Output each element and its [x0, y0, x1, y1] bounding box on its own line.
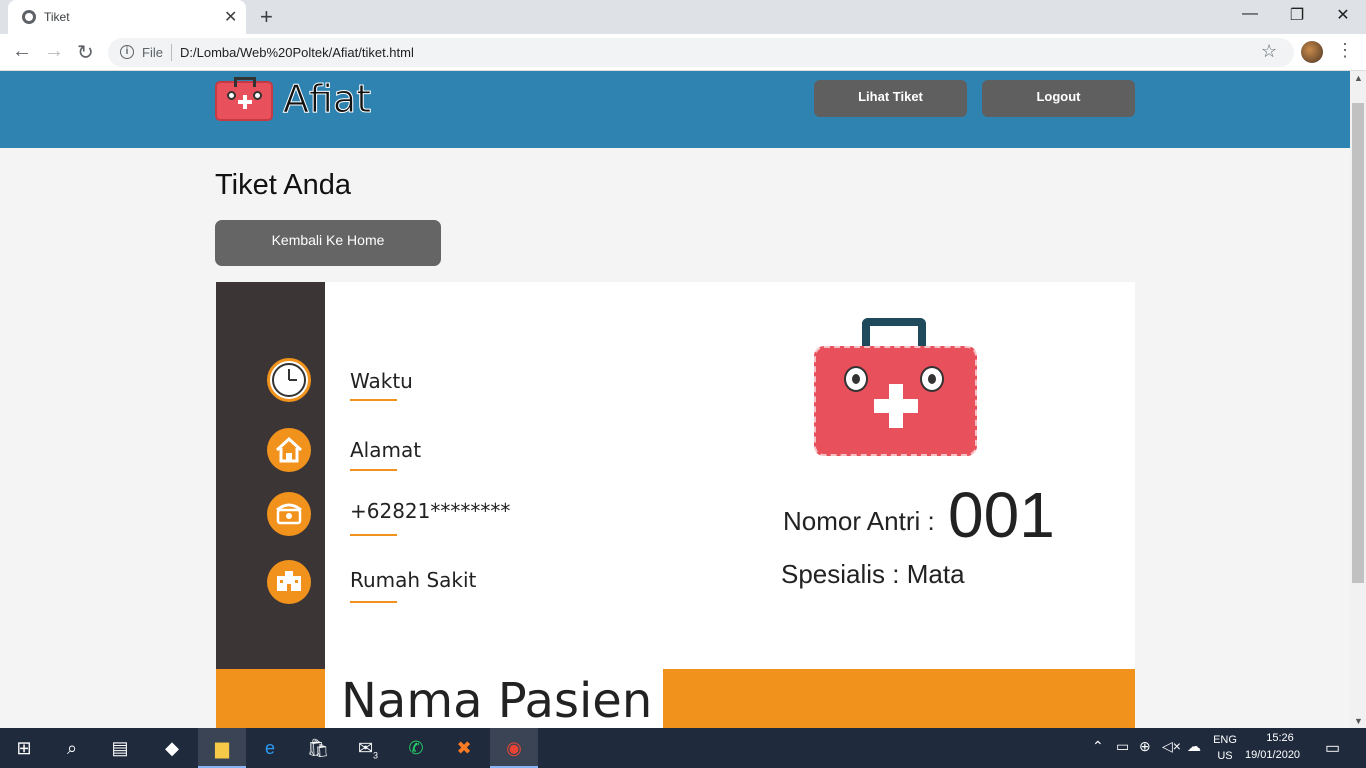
specialist-text: Spesialis : Mata	[781, 559, 965, 589]
queue-label: Nomor Antri :	[783, 506, 935, 536]
close-tab-icon[interactable]: ✕	[224, 7, 237, 27]
mail-icon[interactable]: ✉3	[344, 728, 392, 768]
clock-date[interactable]: 19/01/2020	[1245, 749, 1300, 761]
page-viewport: Afiat Lihat Tiket Logout Tiket Anda Kemb…	[0, 71, 1350, 728]
file-label: File	[142, 45, 163, 60]
home-button[interactable]: Kembali Ke Home	[215, 220, 441, 266]
scroll-up-icon[interactable]: ▲	[1354, 73, 1363, 83]
back-icon[interactable]: ←	[12, 40, 32, 63]
logo-kit-icon	[215, 77, 273, 121]
notification-icon[interactable]: ▭	[1325, 738, 1340, 758]
browser-toolbar: ← → ↻ i File D:/Lomba/Web%20Poltek/Afiat…	[0, 34, 1366, 71]
queue-number: 001	[948, 479, 1055, 551]
info-underline	[350, 534, 397, 536]
whatsapp-icon[interactable]: ✆	[392, 728, 440, 768]
ticket-footer-left	[216, 669, 325, 728]
onedrive-icon[interactable]: ☁	[1187, 738, 1201, 755]
browser-tab[interactable]: Tiket ✕	[8, 0, 246, 34]
browser-tab-bar: Tiket ✕ + — ❐ ✕	[0, 0, 1366, 34]
ticket-card: Waktu Alamat +62821******** Rumah Sakit …	[216, 282, 1135, 728]
task-view-icon[interactable]: ▤	[96, 728, 144, 768]
bookmark-star-icon[interactable]: ☆	[1261, 41, 1277, 62]
tray-chevron-icon[interactable]: ⌃	[1092, 738, 1104, 755]
tab-title: Tiket	[44, 10, 70, 24]
patient-name: Nama Pasien	[341, 673, 653, 728]
home-icon	[267, 428, 311, 472]
info-underline	[350, 601, 397, 603]
network-icon[interactable]: ⊕	[1139, 738, 1151, 755]
logo-text: Afiat	[282, 77, 372, 122]
info-underline	[350, 469, 397, 471]
minimize-icon[interactable]: —	[1240, 5, 1260, 23]
volume-muted-icon[interactable]: ◁×	[1162, 738, 1181, 755]
profile-avatar[interactable]	[1301, 41, 1323, 63]
scroll-down-icon[interactable]: ▼	[1354, 716, 1363, 726]
info-underline	[350, 399, 397, 401]
phone-icon	[267, 492, 311, 536]
info-label-alamat: Alamat	[350, 438, 422, 462]
url-divider	[171, 44, 172, 61]
hospital-icon	[267, 560, 311, 604]
ticket-footer-right	[663, 669, 1135, 728]
store-icon[interactable]: 🛍	[294, 728, 342, 768]
info-icon[interactable]: i	[120, 45, 134, 59]
file-explorer-icon[interactable]: ▆	[198, 728, 246, 768]
info-label-waktu: Waktu	[350, 369, 413, 393]
forward-icon[interactable]: →	[44, 40, 64, 63]
first-aid-kit-icon	[814, 318, 977, 456]
page-title: Tiket Anda	[215, 169, 351, 201]
lihat-tiket-button[interactable]: Lihat Tiket	[814, 80, 967, 117]
address-bar[interactable]: i File D:/Lomba/Web%20Poltek/Afiat/tiket…	[108, 38, 1294, 67]
clock-icon	[267, 358, 311, 402]
new-tab-button[interactable]: +	[260, 4, 273, 30]
menu-icon[interactable]: ⋮	[1336, 40, 1354, 61]
search-icon[interactable]: ⌕	[48, 728, 96, 768]
battery-icon[interactable]: ▭	[1116, 738, 1129, 755]
page-scrollbar[interactable]: ▲ ▼	[1350, 71, 1366, 728]
windows-start-icon[interactable]: ⊞	[0, 728, 48, 768]
info-label-phone: +62821********	[350, 499, 511, 523]
restore-icon[interactable]: ❐	[1287, 5, 1307, 25]
scroll-thumb[interactable]	[1352, 103, 1364, 583]
app-icon[interactable]: ◆	[148, 728, 196, 768]
language-indicator[interactable]: ENG US	[1213, 732, 1237, 764]
ticket-sidebar	[216, 282, 325, 669]
chrome-icon[interactable]: ◉	[490, 728, 538, 768]
xampp-icon[interactable]: ✖	[440, 728, 488, 768]
edge-icon[interactable]: e	[246, 728, 294, 768]
close-window-icon[interactable]: ✕	[1333, 5, 1353, 25]
clock-time[interactable]: 15:26	[1265, 732, 1295, 744]
globe-icon	[22, 10, 36, 24]
logout-button[interactable]: Logout	[982, 80, 1135, 117]
info-label-rumah-sakit: Rumah Sakit	[350, 568, 477, 592]
logo[interactable]: Afiat	[215, 77, 395, 127]
reload-icon[interactable]: ↻	[77, 40, 94, 65]
url-text[interactable]: D:/Lomba/Web%20Poltek/Afiat/tiket.html	[180, 45, 414, 60]
taskbar: ⊞ ⌕ ▤ ◆ ▆ e 🛍 ✉3 ✆ ✖ ◉ ⌃ ▭ ⊕ ◁× ☁ ENG US …	[0, 728, 1366, 768]
site-header: Afiat Lihat Tiket Logout	[0, 71, 1350, 148]
